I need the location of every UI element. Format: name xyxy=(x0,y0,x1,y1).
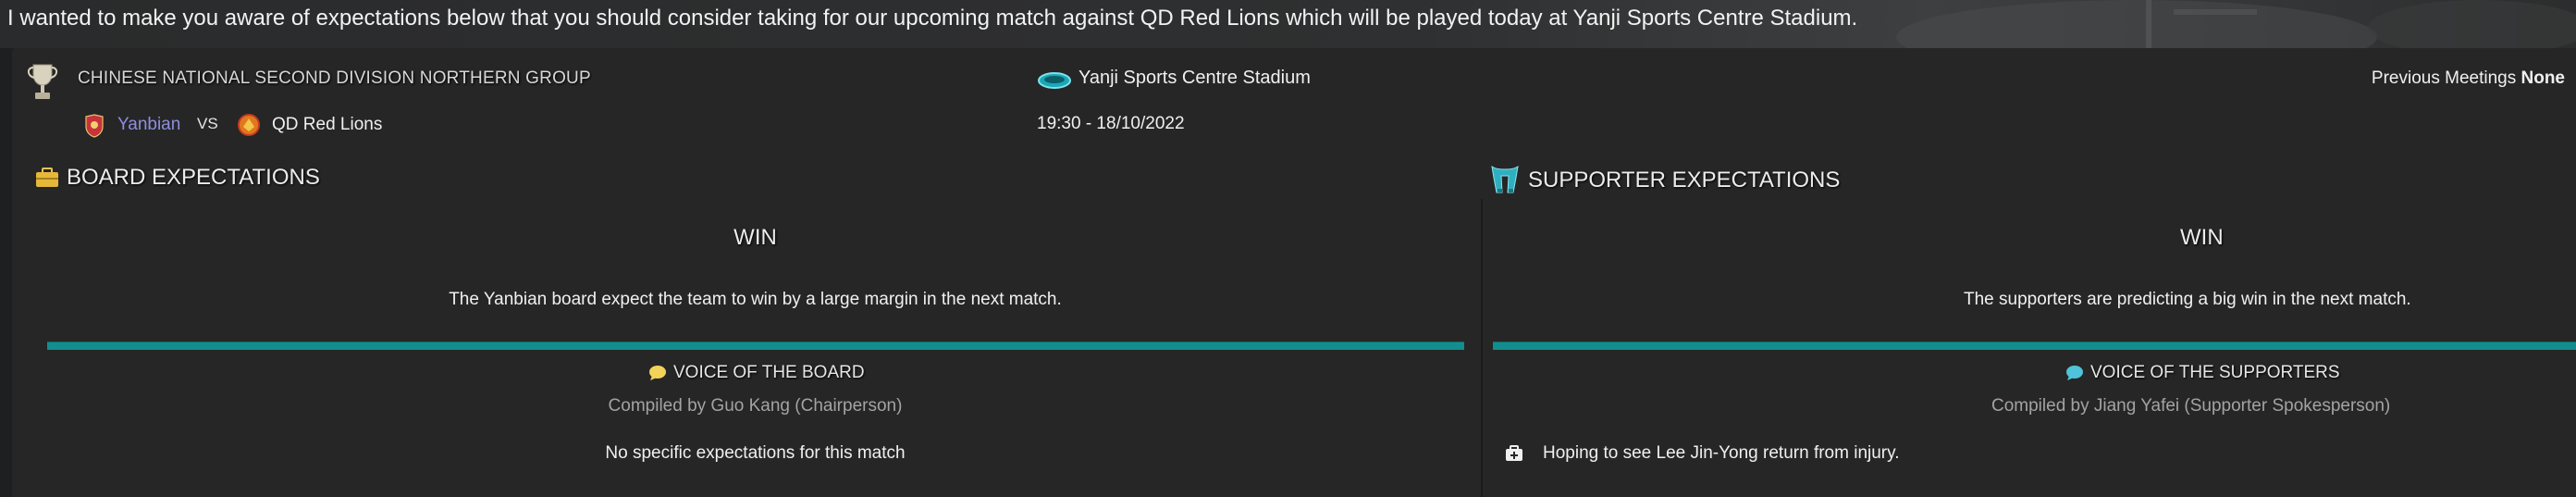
kickoff-datetime: 19:30 - 18/10/2022 xyxy=(1037,114,1185,133)
board-expectations-title: BOARD EXPECTATIONS xyxy=(67,165,320,190)
competition-name[interactable]: CHINESE NATIONAL SECOND DIVISION NORTHER… xyxy=(78,68,591,89)
match-expectations-panel xyxy=(12,48,2576,497)
board-compiled-by: Compiled by Guo Kang (Chairperson) xyxy=(608,396,903,416)
intro-message: I wanted to make you aware of expectatio… xyxy=(7,6,1858,31)
voice-of-the-supporters-title: VOICE OF THE SUPPORTERS xyxy=(2090,363,2340,382)
supporter-expectations-title: SUPPORTER EXPECTATIONS xyxy=(1528,168,1841,193)
previous-meetings-value: None xyxy=(2521,68,2566,88)
away-team-link[interactable]: QD Red Lions xyxy=(272,115,382,135)
supporters-compiled-by: Compiled by Jiang Yafei (Supporter Spoke… xyxy=(1991,396,2391,416)
board-voice-text: No specific expectations for this match xyxy=(605,443,906,463)
yanbian-badge-icon xyxy=(85,114,104,138)
previous-meetings: Previous Meetings None xyxy=(2372,68,2565,89)
board-divider-bar xyxy=(47,342,1464,350)
qd-red-lions-badge-icon xyxy=(238,114,260,136)
supporters-divider-bar xyxy=(1493,342,2576,350)
speech-bubble-icon xyxy=(649,366,666,380)
vs-label: VS xyxy=(197,115,218,132)
supporters-verdict: WIN xyxy=(2180,225,2224,250)
trophy-icon xyxy=(27,64,58,99)
voice-of-the-board-title: VOICE OF THE BOARD xyxy=(673,363,865,382)
supporters-voice-text: Hoping to see Lee Jin-Yong return from i… xyxy=(1543,443,1900,463)
board-verdict: WIN xyxy=(733,225,777,250)
home-team-link[interactable]: Yanbian xyxy=(117,115,180,135)
speech-bubble-icon xyxy=(2066,366,2083,380)
stadium-link[interactable]: Yanji Sports Centre Stadium xyxy=(1078,68,1311,89)
board-description: The Yanbian board expect the team to win… xyxy=(449,290,1062,309)
stadium-icon xyxy=(1038,72,1071,89)
previous-meetings-label: Previous Meetings xyxy=(2371,68,2517,88)
supporters-description: The supporters are predicting a big win … xyxy=(1964,290,2411,309)
briefcase-icon xyxy=(36,168,58,187)
medical-kit-icon xyxy=(1506,445,1522,461)
scarf-icon xyxy=(1491,165,1519,193)
